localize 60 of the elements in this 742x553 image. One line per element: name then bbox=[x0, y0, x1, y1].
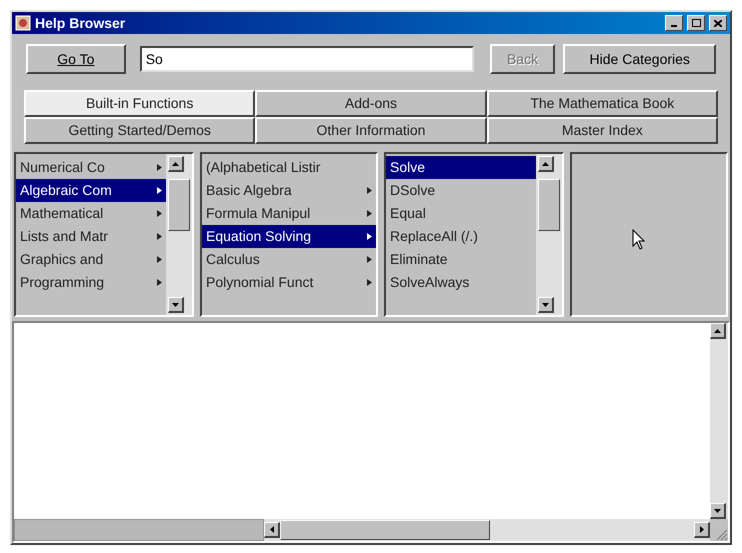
triangle-down-icon bbox=[542, 302, 549, 306]
hide-categories-button[interactable]: Hide Categories bbox=[563, 44, 716, 74]
maximize-icon bbox=[692, 19, 700, 27]
list-item[interactable]: Equal bbox=[386, 202, 536, 225]
list-item[interactable]: Lists and Matr bbox=[16, 225, 166, 248]
window-title: Help Browser bbox=[35, 14, 126, 33]
minimize-button[interactable] bbox=[665, 15, 683, 31]
scroll-thumb[interactable] bbox=[538, 178, 560, 230]
vertical-scrollbar[interactable] bbox=[166, 154, 192, 315]
triangle-up-icon bbox=[542, 162, 549, 166]
list-item[interactable]: Programming bbox=[16, 271, 166, 294]
list-item[interactable]: Graphics and bbox=[16, 248, 166, 271]
triangle-left-icon bbox=[270, 526, 274, 533]
list-item[interactable]: Equation Solving bbox=[202, 225, 376, 248]
goto-button[interactable]: Go To bbox=[26, 44, 126, 74]
vertical-scrollbar[interactable] bbox=[710, 323, 728, 519]
app-icon bbox=[15, 15, 31, 31]
list-item[interactable]: Formula Manipul bbox=[202, 202, 376, 225]
scroll-up-button[interactable] bbox=[710, 323, 726, 339]
triangle-down-icon bbox=[172, 302, 179, 306]
vertical-scrollbar[interactable] bbox=[536, 154, 562, 315]
list-item[interactable]: Eliminate bbox=[386, 248, 536, 271]
triangle-right-icon bbox=[700, 526, 704, 533]
scroll-down-button[interactable] bbox=[538, 297, 554, 313]
list-item[interactable]: Basic Algebra bbox=[202, 179, 376, 202]
list-item[interactable]: Solve bbox=[386, 156, 536, 179]
triangle-up-icon bbox=[714, 328, 721, 332]
scroll-right-button[interactable] bbox=[694, 522, 710, 538]
resize-grip-icon[interactable] bbox=[716, 529, 728, 541]
scroll-up-button[interactable] bbox=[168, 156, 184, 172]
minimize-icon bbox=[671, 24, 677, 26]
list-item[interactable]: Calculus bbox=[202, 248, 376, 271]
scroll-thumb[interactable] bbox=[280, 520, 490, 540]
category-tab[interactable]: Built-in Functions bbox=[24, 90, 256, 117]
triangle-down-icon bbox=[714, 508, 721, 512]
list-item[interactable]: Algebraic Com bbox=[16, 179, 166, 202]
scroll-thumb[interactable] bbox=[168, 178, 190, 230]
list-item[interactable]: ReplaceAll (/.) bbox=[386, 225, 536, 248]
scroll-down-button[interactable] bbox=[168, 297, 184, 313]
category-tab[interactable]: Add-ons bbox=[255, 90, 487, 117]
category-tab[interactable]: Master Index bbox=[486, 117, 718, 144]
maximize-button[interactable] bbox=[687, 15, 705, 31]
list-item[interactable]: DSolve bbox=[386, 179, 536, 202]
scroll-left-button[interactable] bbox=[264, 522, 280, 538]
list-item[interactable]: SolveAlways bbox=[386, 271, 536, 294]
category-tab[interactable]: Other Information bbox=[255, 117, 487, 144]
list-item[interactable]: Mathematical bbox=[16, 202, 166, 225]
list-item[interactable]: Polynomial Funct bbox=[202, 271, 376, 294]
triangle-up-icon bbox=[172, 162, 179, 166]
search-field[interactable]: So bbox=[140, 46, 474, 72]
horizontal-scrollbar[interactable] bbox=[264, 519, 710, 541]
mouse-pointer-icon bbox=[632, 228, 646, 250]
list-item[interactable]: Numerical Co bbox=[16, 156, 166, 179]
close-icon bbox=[714, 20, 722, 26]
category-tab[interactable]: The Mathematica Book bbox=[486, 90, 718, 117]
list-item[interactable]: (Alphabetical Listir bbox=[202, 156, 376, 179]
category-tab[interactable]: Getting Started/Demos bbox=[24, 117, 256, 144]
scroll-up-button[interactable] bbox=[538, 156, 554, 172]
close-button[interactable] bbox=[709, 15, 727, 31]
scroll-down-button[interactable] bbox=[710, 503, 726, 519]
